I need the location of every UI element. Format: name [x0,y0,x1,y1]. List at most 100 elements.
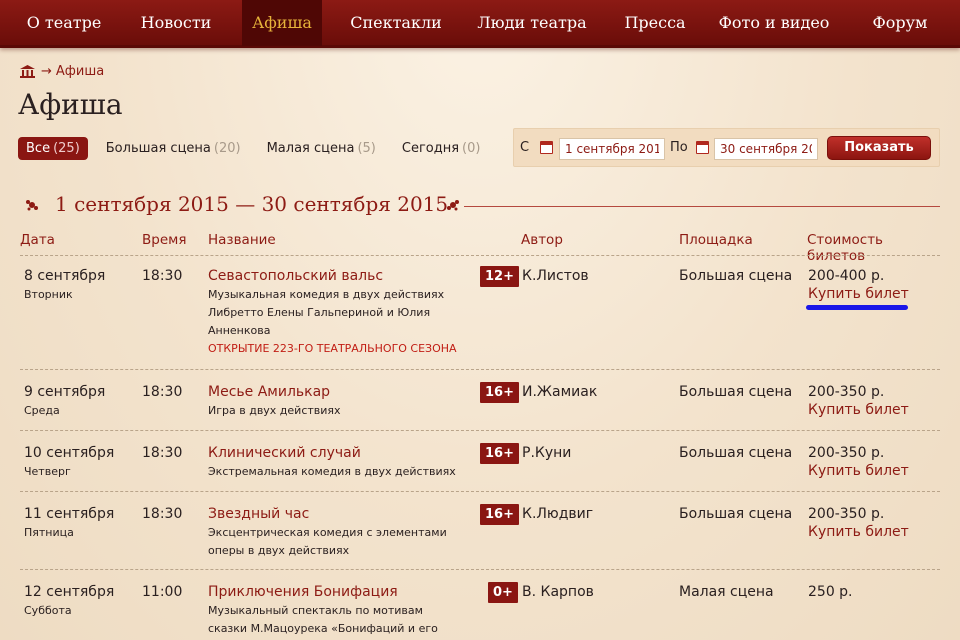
performance-description: Экстремальная комедия в двух действиях [208,465,456,478]
row-weekday: Среда [24,404,60,417]
filter-today[interactable]: Сегодня (0) [394,137,489,160]
row-weekday: Вторник [24,288,73,301]
period-title: 1 сентября 2015 — 30 сентября 2015 [55,192,449,216]
table-row: 8 сентября Вторник 18:30 Севастопольский… [20,266,940,368]
breadcrumb: → Афиша [20,64,104,79]
period-divider [464,206,940,207]
highlight-underline [806,305,908,310]
row-divider [20,369,940,370]
nav-item-about[interactable]: О театре [18,0,110,46]
row-venue: Большая сцена [679,445,793,461]
row-divider [20,569,940,570]
row-divider [20,491,940,492]
breadcrumb-current[interactable]: Афиша [56,64,104,79]
ornament-icon [26,200,38,211]
row-price: 200-350 р. [808,445,885,461]
age-rating-badge: 16+ [480,382,519,403]
age-rating-badge: 0+ [488,582,518,603]
period-heading: 1 сентября 2015 — 30 сентября 2015 [20,190,940,220]
row-date: 8 сентября [24,268,106,284]
filter-today-count: (0) [462,141,481,156]
table-row: 10 сентября Четверг 18:30 Клинический сл… [20,443,940,485]
row-price: 250 р. [808,584,853,600]
filter-all[interactable]: Все (25) [18,137,88,160]
show-button[interactable]: Показать [827,136,931,160]
header-price: Стоимость билетов [807,232,884,264]
row-time: 18:30 [142,268,183,284]
row-weekday: Пятница [24,526,74,539]
calendar-icon[interactable] [696,141,709,154]
header-author: Автор [521,232,563,248]
row-venue: Большая сцена [679,268,793,284]
row-venue: Малая сцена [679,584,774,600]
row-author: Р.Куни [522,445,572,461]
buy-ticket-link[interactable]: Купить билет [808,286,909,302]
buy-ticket-link[interactable]: Купить билет [808,463,909,479]
nav-item-performances[interactable]: Спектакли [340,0,452,46]
breadcrumb-arrow: → [41,64,52,79]
performance-link[interactable]: Звездный час [208,506,448,522]
filter-big-stage[interactable]: Большая сцена (20) [98,137,249,160]
row-time: 18:30 [142,384,183,400]
date-to-label: По [670,140,688,155]
date-filter: С По Показать [513,128,940,167]
row-price: 200-350 р. [808,506,885,522]
row-weekday: Четверг [24,465,71,478]
nav-item-press[interactable]: Пресса [614,0,696,46]
date-from-input[interactable] [559,138,665,160]
performance-link[interactable]: Севастопольский вальс [208,268,468,284]
buy-ticket-link[interactable]: Купить билет [808,524,909,540]
row-venue: Большая сцена [679,506,793,522]
performance-note: ОТКРЫТИЕ 223-ГО ТЕАТРАЛЬНОГО СЕЗОНА [208,342,457,355]
filter-tabs: Все (25) Большая сцена (20) Малая сцена (5)… [18,137,498,160]
table-header: Дата Время Название Автор Площадка Стоим… [20,232,940,264]
age-rating-badge: 16+ [480,443,519,464]
age-rating-badge: 16+ [480,504,519,525]
table-row: 11 сентября Пятница 18:30 Звездный час Э… [20,504,940,562]
row-author: В. Карпов [522,584,594,600]
filter-all-count: (25) [53,141,80,156]
row-author: К.Людвиг [522,506,594,522]
header-name: Название [208,232,276,248]
nav-item-photo-video[interactable]: Фото и видео [712,0,836,46]
row-price: 200-400 р. [808,268,885,284]
table-row: 9 сентября Среда 18:30 Месье Амилькар Иг… [20,382,940,424]
header-venue: Площадка [679,232,753,248]
buy-ticket-link[interactable]: Купить билет [808,402,909,418]
filter-big-stage-count: (20) [213,141,241,156]
header-divider [20,255,940,256]
table-row: 12 сентября Суббота 11:00 Приключения Бо… [20,582,940,640]
ornament-icon [447,200,459,211]
header-time: Время [142,232,187,248]
row-time: 18:30 [142,445,183,461]
date-to-input[interactable] [714,138,818,160]
date-from-label: С [520,140,530,155]
nav-item-news[interactable]: Новости [130,0,222,46]
row-author: К.Листов [522,268,589,284]
nav-item-afisha[interactable]: Афиша [242,0,322,46]
performance-description: Эксцентрическая комедия с элементами опе… [208,526,447,557]
row-date: 9 сентября [24,384,106,400]
row-venue: Большая сцена [679,384,793,400]
theatre-home-icon[interactable] [20,65,35,78]
performance-description: Музыкальный спектакль по мотивам сказки … [208,604,438,635]
nav-item-forum[interactable]: Форум [860,0,940,46]
calendar-icon[interactable] [540,141,553,154]
row-weekday: Суббота [24,604,72,617]
top-navigation: О театре Новости Афиша Спектакли Люди те… [0,0,960,48]
filter-today-label: Сегодня [401,141,460,156]
row-date: 12 сентября [24,584,115,600]
performance-description: Музыкальная комедия в двух действиях Либ… [208,288,445,337]
age-rating-badge: 12+ [480,266,519,287]
nav-item-people[interactable]: Люди театра [470,0,594,46]
header-date: Дата [20,232,55,248]
performance-link[interactable]: Месье Амилькар [208,384,468,400]
performance-link[interactable]: Приключения Бонифация [208,584,458,600]
filter-small-stage[interactable]: Малая сцена (5) [259,137,384,160]
filter-big-stage-label: Большая сцена [105,141,211,156]
page-title: Афиша [18,88,123,121]
performance-link[interactable]: Клинический случай [208,445,468,461]
row-time: 18:30 [142,506,183,522]
row-author: И.Жамиак [522,384,598,400]
performance-description: Игра в двух действиях [208,404,341,417]
